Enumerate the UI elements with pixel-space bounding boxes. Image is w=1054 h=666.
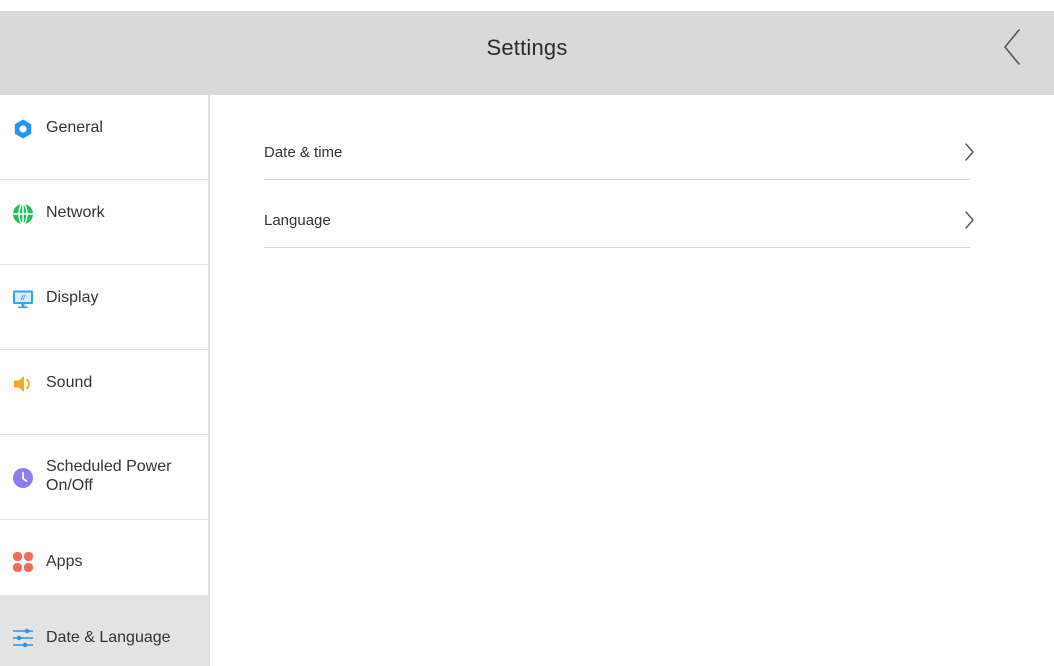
sidebar-item-label: Scheduled Power On/Off xyxy=(46,458,172,494)
gear-icon xyxy=(12,118,34,140)
clock-icon xyxy=(12,467,34,489)
speaker-icon xyxy=(12,373,34,395)
sidebar-item-general[interactable]: General xyxy=(0,95,208,180)
row-label: Date & time xyxy=(264,144,343,161)
header-bar: Settings xyxy=(0,11,1054,95)
chevron-right-icon xyxy=(962,210,976,230)
sliders-icon xyxy=(12,627,34,649)
sidebar-item-sound[interactable]: Sound xyxy=(0,350,208,435)
sidebar: General Network Display Sound Scheduled … xyxy=(0,95,210,666)
main-content: Date & time Language xyxy=(210,95,1054,666)
chevron-left-icon xyxy=(1004,29,1020,65)
sidebar-item-network[interactable]: Network xyxy=(0,180,208,265)
sidebar-item-scheduled-power[interactable]: Scheduled Power On/Off xyxy=(0,435,208,520)
row-label: Language xyxy=(264,212,331,229)
sidebar-item-label: Display xyxy=(46,289,99,306)
back-button[interactable] xyxy=(992,27,1032,67)
globe-icon xyxy=(12,203,34,225)
sidebar-item-display[interactable]: Display xyxy=(0,265,208,350)
language-row[interactable]: Language xyxy=(264,190,974,248)
sidebar-item-apps[interactable]: Apps xyxy=(0,520,208,605)
sidebar-item-label: General xyxy=(46,119,103,136)
sidebar-item-date-language[interactable]: Date & Language xyxy=(0,595,208,666)
sidebar-item-label: Apps xyxy=(46,553,83,570)
sidebar-item-label: Sound xyxy=(46,374,93,391)
chevron-right-icon xyxy=(962,142,976,162)
monitor-icon xyxy=(12,288,34,310)
page-title: Settings xyxy=(486,35,568,60)
date-time-row[interactable]: Date & time xyxy=(264,122,974,180)
sidebar-item-label: Date & Language xyxy=(46,629,171,646)
status-strip xyxy=(0,0,1054,11)
settings-app: Settings General Network Display Sound S… xyxy=(0,0,1054,666)
apps-icon xyxy=(12,551,34,573)
sidebar-item-label: Network xyxy=(46,204,105,221)
